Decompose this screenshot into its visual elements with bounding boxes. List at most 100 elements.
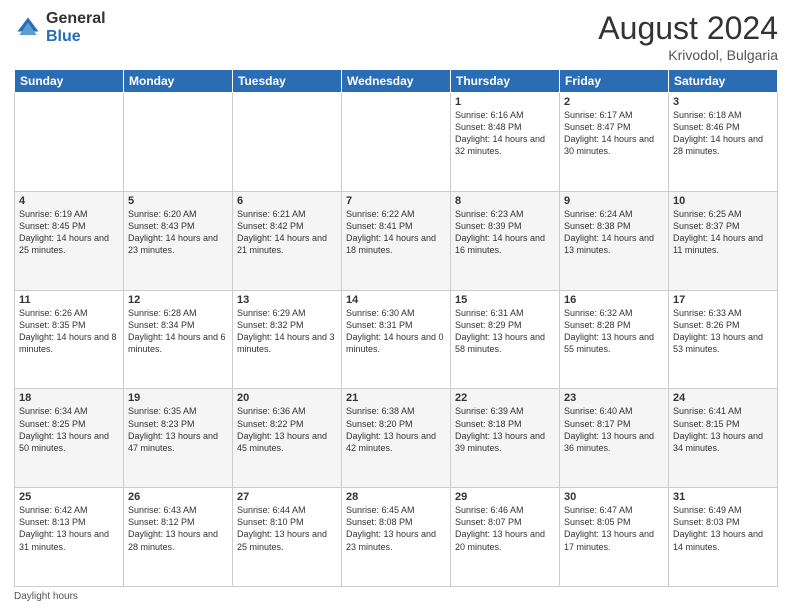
day-cell: 28Sunrise: 6:45 AM Sunset: 8:08 PM Dayli… xyxy=(342,488,451,587)
week-row-3: 11Sunrise: 6:26 AM Sunset: 8:35 PM Dayli… xyxy=(15,290,778,389)
day-info: Sunrise: 6:32 AM Sunset: 8:28 PM Dayligh… xyxy=(564,307,664,356)
day-info: Sunrise: 6:29 AM Sunset: 8:32 PM Dayligh… xyxy=(237,307,337,356)
day-number: 23 xyxy=(564,392,664,404)
day-cell: 3Sunrise: 6:18 AM Sunset: 8:46 PM Daylig… xyxy=(669,93,778,192)
day-number: 3 xyxy=(673,96,773,108)
day-cell: 5Sunrise: 6:20 AM Sunset: 8:43 PM Daylig… xyxy=(124,191,233,290)
day-cell: 11Sunrise: 6:26 AM Sunset: 8:35 PM Dayli… xyxy=(15,290,124,389)
day-number: 10 xyxy=(673,195,773,207)
logo: General Blue xyxy=(14,10,106,45)
day-info: Sunrise: 6:33 AM Sunset: 8:26 PM Dayligh… xyxy=(673,307,773,356)
day-number: 1 xyxy=(455,96,555,108)
day-number: 28 xyxy=(346,491,446,503)
day-number: 5 xyxy=(128,195,228,207)
day-cell: 4Sunrise: 6:19 AM Sunset: 8:45 PM Daylig… xyxy=(15,191,124,290)
day-cell: 8Sunrise: 6:23 AM Sunset: 8:39 PM Daylig… xyxy=(451,191,560,290)
day-number: 25 xyxy=(19,491,119,503)
day-cell xyxy=(15,93,124,192)
day-cell: 30Sunrise: 6:47 AM Sunset: 8:05 PM Dayli… xyxy=(560,488,669,587)
day-info: Sunrise: 6:18 AM Sunset: 8:46 PM Dayligh… xyxy=(673,109,773,158)
day-number: 15 xyxy=(455,294,555,306)
day-info: Sunrise: 6:41 AM Sunset: 8:15 PM Dayligh… xyxy=(673,405,773,454)
day-cell: 2Sunrise: 6:17 AM Sunset: 8:47 PM Daylig… xyxy=(560,93,669,192)
day-number: 13 xyxy=(237,294,337,306)
day-number: 14 xyxy=(346,294,446,306)
title-block: August 2024 Krivodol, Bulgaria xyxy=(598,10,778,63)
calendar-body: 1Sunrise: 6:16 AM Sunset: 8:48 PM Daylig… xyxy=(15,93,778,587)
day-cell xyxy=(124,93,233,192)
day-cell: 27Sunrise: 6:44 AM Sunset: 8:10 PM Dayli… xyxy=(233,488,342,587)
day-number: 4 xyxy=(19,195,119,207)
day-number: 24 xyxy=(673,392,773,404)
day-info: Sunrise: 6:24 AM Sunset: 8:38 PM Dayligh… xyxy=(564,208,664,257)
day-info: Sunrise: 6:44 AM Sunset: 8:10 PM Dayligh… xyxy=(237,504,337,553)
header-cell-saturday: Saturday xyxy=(669,70,778,93)
day-info: Sunrise: 6:36 AM Sunset: 8:22 PM Dayligh… xyxy=(237,405,337,454)
day-cell: 26Sunrise: 6:43 AM Sunset: 8:12 PM Dayli… xyxy=(124,488,233,587)
day-info: Sunrise: 6:26 AM Sunset: 8:35 PM Dayligh… xyxy=(19,307,119,356)
day-number: 8 xyxy=(455,195,555,207)
footer-note: Daylight hours xyxy=(14,591,778,602)
logo-text: General Blue xyxy=(46,10,106,45)
day-number: 7 xyxy=(346,195,446,207)
week-row-2: 4Sunrise: 6:19 AM Sunset: 8:45 PM Daylig… xyxy=(15,191,778,290)
day-cell: 1Sunrise: 6:16 AM Sunset: 8:48 PM Daylig… xyxy=(451,93,560,192)
calendar: SundayMondayTuesdayWednesdayThursdayFrid… xyxy=(14,69,778,587)
day-cell xyxy=(233,93,342,192)
calendar-header: SundayMondayTuesdayWednesdayThursdayFrid… xyxy=(15,70,778,93)
header-cell-sunday: Sunday xyxy=(15,70,124,93)
day-number: 20 xyxy=(237,392,337,404)
day-info: Sunrise: 6:17 AM Sunset: 8:47 PM Dayligh… xyxy=(564,109,664,158)
day-number: 22 xyxy=(455,392,555,404)
day-cell: 31Sunrise: 6:49 AM Sunset: 8:03 PM Dayli… xyxy=(669,488,778,587)
day-info: Sunrise: 6:35 AM Sunset: 8:23 PM Dayligh… xyxy=(128,405,228,454)
day-cell: 12Sunrise: 6:28 AM Sunset: 8:34 PM Dayli… xyxy=(124,290,233,389)
day-number: 17 xyxy=(673,294,773,306)
day-cell: 15Sunrise: 6:31 AM Sunset: 8:29 PM Dayli… xyxy=(451,290,560,389)
day-cell: 20Sunrise: 6:36 AM Sunset: 8:22 PM Dayli… xyxy=(233,389,342,488)
day-number: 16 xyxy=(564,294,664,306)
day-info: Sunrise: 6:16 AM Sunset: 8:48 PM Dayligh… xyxy=(455,109,555,158)
day-info: Sunrise: 6:28 AM Sunset: 8:34 PM Dayligh… xyxy=(128,307,228,356)
logo-blue: Blue xyxy=(46,28,106,46)
day-cell: 10Sunrise: 6:25 AM Sunset: 8:37 PM Dayli… xyxy=(669,191,778,290)
day-cell: 23Sunrise: 6:40 AM Sunset: 8:17 PM Dayli… xyxy=(560,389,669,488)
page: General Blue August 2024 Krivodol, Bulga… xyxy=(0,0,792,612)
location-subtitle: Krivodol, Bulgaria xyxy=(598,47,778,63)
header-cell-thursday: Thursday xyxy=(451,70,560,93)
day-number: 30 xyxy=(564,491,664,503)
day-info: Sunrise: 6:47 AM Sunset: 8:05 PM Dayligh… xyxy=(564,504,664,553)
day-cell: 22Sunrise: 6:39 AM Sunset: 8:18 PM Dayli… xyxy=(451,389,560,488)
day-info: Sunrise: 6:20 AM Sunset: 8:43 PM Dayligh… xyxy=(128,208,228,257)
day-cell: 25Sunrise: 6:42 AM Sunset: 8:13 PM Dayli… xyxy=(15,488,124,587)
day-number: 26 xyxy=(128,491,228,503)
header-row: SundayMondayTuesdayWednesdayThursdayFrid… xyxy=(15,70,778,93)
day-info: Sunrise: 6:34 AM Sunset: 8:25 PM Dayligh… xyxy=(19,405,119,454)
day-info: Sunrise: 6:23 AM Sunset: 8:39 PM Dayligh… xyxy=(455,208,555,257)
day-number: 19 xyxy=(128,392,228,404)
day-number: 11 xyxy=(19,294,119,306)
day-info: Sunrise: 6:30 AM Sunset: 8:31 PM Dayligh… xyxy=(346,307,446,356)
day-info: Sunrise: 6:43 AM Sunset: 8:12 PM Dayligh… xyxy=(128,504,228,553)
day-cell: 24Sunrise: 6:41 AM Sunset: 8:15 PM Dayli… xyxy=(669,389,778,488)
day-number: 2 xyxy=(564,96,664,108)
day-number: 18 xyxy=(19,392,119,404)
day-cell: 13Sunrise: 6:29 AM Sunset: 8:32 PM Dayli… xyxy=(233,290,342,389)
day-cell: 14Sunrise: 6:30 AM Sunset: 8:31 PM Dayli… xyxy=(342,290,451,389)
day-info: Sunrise: 6:19 AM Sunset: 8:45 PM Dayligh… xyxy=(19,208,119,257)
day-info: Sunrise: 6:22 AM Sunset: 8:41 PM Dayligh… xyxy=(346,208,446,257)
day-cell: 19Sunrise: 6:35 AM Sunset: 8:23 PM Dayli… xyxy=(124,389,233,488)
logo-general: General xyxy=(46,10,106,28)
day-number: 6 xyxy=(237,195,337,207)
day-number: 27 xyxy=(237,491,337,503)
day-info: Sunrise: 6:45 AM Sunset: 8:08 PM Dayligh… xyxy=(346,504,446,553)
week-row-4: 18Sunrise: 6:34 AM Sunset: 8:25 PM Dayli… xyxy=(15,389,778,488)
day-info: Sunrise: 6:39 AM Sunset: 8:18 PM Dayligh… xyxy=(455,405,555,454)
day-info: Sunrise: 6:21 AM Sunset: 8:42 PM Dayligh… xyxy=(237,208,337,257)
day-info: Sunrise: 6:25 AM Sunset: 8:37 PM Dayligh… xyxy=(673,208,773,257)
day-cell xyxy=(342,93,451,192)
day-info: Sunrise: 6:46 AM Sunset: 8:07 PM Dayligh… xyxy=(455,504,555,553)
day-cell: 17Sunrise: 6:33 AM Sunset: 8:26 PM Dayli… xyxy=(669,290,778,389)
header-cell-tuesday: Tuesday xyxy=(233,70,342,93)
day-number: 31 xyxy=(673,491,773,503)
